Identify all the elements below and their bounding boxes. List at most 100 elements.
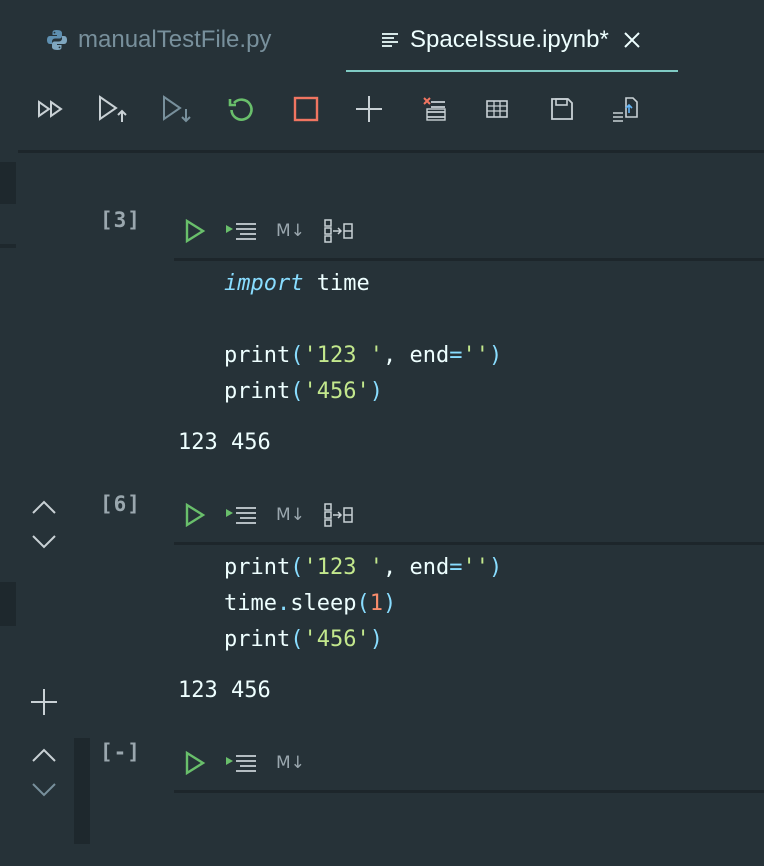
code-token: '123 ' xyxy=(303,555,383,580)
move-cell-down-button[interactable] xyxy=(28,530,60,558)
tab-manual-test-file[interactable]: manualTestFile.py xyxy=(46,22,271,58)
run-by-line-icon[interactable] xyxy=(224,220,258,242)
code-editor[interactable]: import time print('123 ', end='') print('4… xyxy=(224,266,502,410)
tab-bar: manualTestFile.py SpaceIssue.ipynb* xyxy=(0,0,764,72)
tab-space-issue[interactable]: SpaceIssue.ipynb* xyxy=(380,22,641,58)
code-token: ( xyxy=(290,555,304,580)
restart-kernel-icon xyxy=(227,95,255,128)
markdown-toggle[interactable]: M↓ xyxy=(276,753,305,773)
run-by-line-icon[interactable] xyxy=(224,504,258,526)
cell-divider xyxy=(174,542,764,545)
run-cell-icon[interactable] xyxy=(184,751,206,775)
run-above-button[interactable] xyxy=(96,94,130,128)
code-token: print xyxy=(224,379,291,404)
move-cell-up-button[interactable] xyxy=(28,495,60,523)
code-token: ( xyxy=(356,591,370,616)
chevron-up-icon xyxy=(31,747,57,768)
clear-outputs-icon xyxy=(421,96,447,127)
cell-output: 123 456 xyxy=(178,678,271,703)
export-icon xyxy=(611,95,639,128)
code-token: print xyxy=(224,555,291,580)
plus-icon xyxy=(30,688,58,721)
insert-cell-button[interactable] xyxy=(28,688,60,721)
code-token: ) xyxy=(488,555,503,580)
chevron-up-icon xyxy=(31,499,57,520)
cell-toolbar: M↓ xyxy=(184,500,373,530)
gutter-marker xyxy=(0,244,16,248)
move-cell-down-button[interactable] xyxy=(28,778,60,806)
code-editor[interactable] xyxy=(224,798,764,838)
chevron-down-icon xyxy=(31,534,57,555)
code-token: . xyxy=(276,591,291,616)
run-all-icon xyxy=(36,98,66,125)
code-token: '' xyxy=(462,343,489,368)
code-token: ( xyxy=(290,343,304,368)
code-line: print('123 ', end='') xyxy=(224,550,502,586)
save-button[interactable] xyxy=(545,94,579,128)
code-line: import time xyxy=(224,266,502,302)
cell-toolbar: M↓ xyxy=(184,748,323,778)
execution-count: [-] xyxy=(100,740,141,764)
tab-label: SpaceIssue.ipynb* xyxy=(410,26,609,53)
add-cell-button[interactable] xyxy=(352,94,386,128)
run-cell-icon[interactable] xyxy=(184,503,206,527)
code-line: print('456') xyxy=(224,374,502,410)
code-token: time xyxy=(303,271,370,296)
code-editor[interactable]: print('123 ', end='') time.sleep(1) print(… xyxy=(224,550,502,658)
gutter-marker xyxy=(0,582,16,626)
variables-icon xyxy=(485,99,509,124)
export-button[interactable] xyxy=(608,94,642,128)
cell-divider xyxy=(174,258,764,261)
restart-kernel-button[interactable] xyxy=(224,94,258,128)
run-below-icon xyxy=(160,94,194,129)
interrupt-kernel-button[interactable] xyxy=(289,94,323,128)
code-token: print xyxy=(224,627,291,652)
run-by-line-icon[interactable] xyxy=(224,752,258,774)
variables-button[interactable] xyxy=(480,94,514,128)
code-token: '456' xyxy=(303,379,370,404)
code-token: '123 ' xyxy=(303,343,383,368)
code-line: print('123 ', end='') xyxy=(224,338,502,374)
cell-toolbar: M↓ xyxy=(184,216,373,246)
code-token: time xyxy=(224,591,277,616)
python-icon xyxy=(46,29,68,51)
code-token: sleep xyxy=(290,591,357,616)
code-token: ) xyxy=(369,627,383,652)
code-token: '456' xyxy=(303,627,370,652)
toolbar-divider xyxy=(18,150,764,153)
add-cell-icon xyxy=(355,95,383,128)
run-above-icon xyxy=(96,94,130,129)
execution-count: [3] xyxy=(100,208,141,232)
markdown-toggle[interactable]: M↓ xyxy=(276,505,305,525)
interrupt-kernel-icon xyxy=(293,96,319,127)
notebook-icon xyxy=(380,31,400,49)
code-token: print xyxy=(224,343,291,368)
code-token: ( xyxy=(290,627,304,652)
save-icon xyxy=(550,97,574,126)
split-cell-icon[interactable] xyxy=(323,502,355,528)
code-token: = xyxy=(449,555,463,580)
run-cell-icon[interactable] xyxy=(184,219,206,243)
close-icon[interactable] xyxy=(623,31,641,49)
active-tab-indicator xyxy=(346,70,678,72)
run-below-button[interactable] xyxy=(160,94,194,128)
code-token: import xyxy=(224,271,304,296)
cell-divider xyxy=(174,790,764,793)
notebook-toolbar xyxy=(0,84,764,136)
code-token: ) xyxy=(488,343,503,368)
code-line: time.sleep(1) xyxy=(224,586,502,622)
move-cell-up-button[interactable] xyxy=(28,743,60,771)
code-token: ) xyxy=(382,591,397,616)
cell-output: 123 456 xyxy=(178,430,271,455)
code-token: ) xyxy=(369,379,383,404)
chevron-down-icon xyxy=(31,782,57,803)
markdown-toggle[interactable]: M↓ xyxy=(276,221,305,241)
code-token: , end xyxy=(382,555,450,580)
gutter-marker xyxy=(0,162,16,204)
split-cell-icon[interactable] xyxy=(323,218,355,244)
clear-outputs-button[interactable] xyxy=(417,94,451,128)
notebook-editor: manualTestFile.py SpaceIssue.ipynb* [3] … xyxy=(0,0,764,866)
active-cell-indicator xyxy=(74,738,90,844)
code-token: , end xyxy=(382,343,450,368)
run-all-button[interactable] xyxy=(34,94,68,128)
